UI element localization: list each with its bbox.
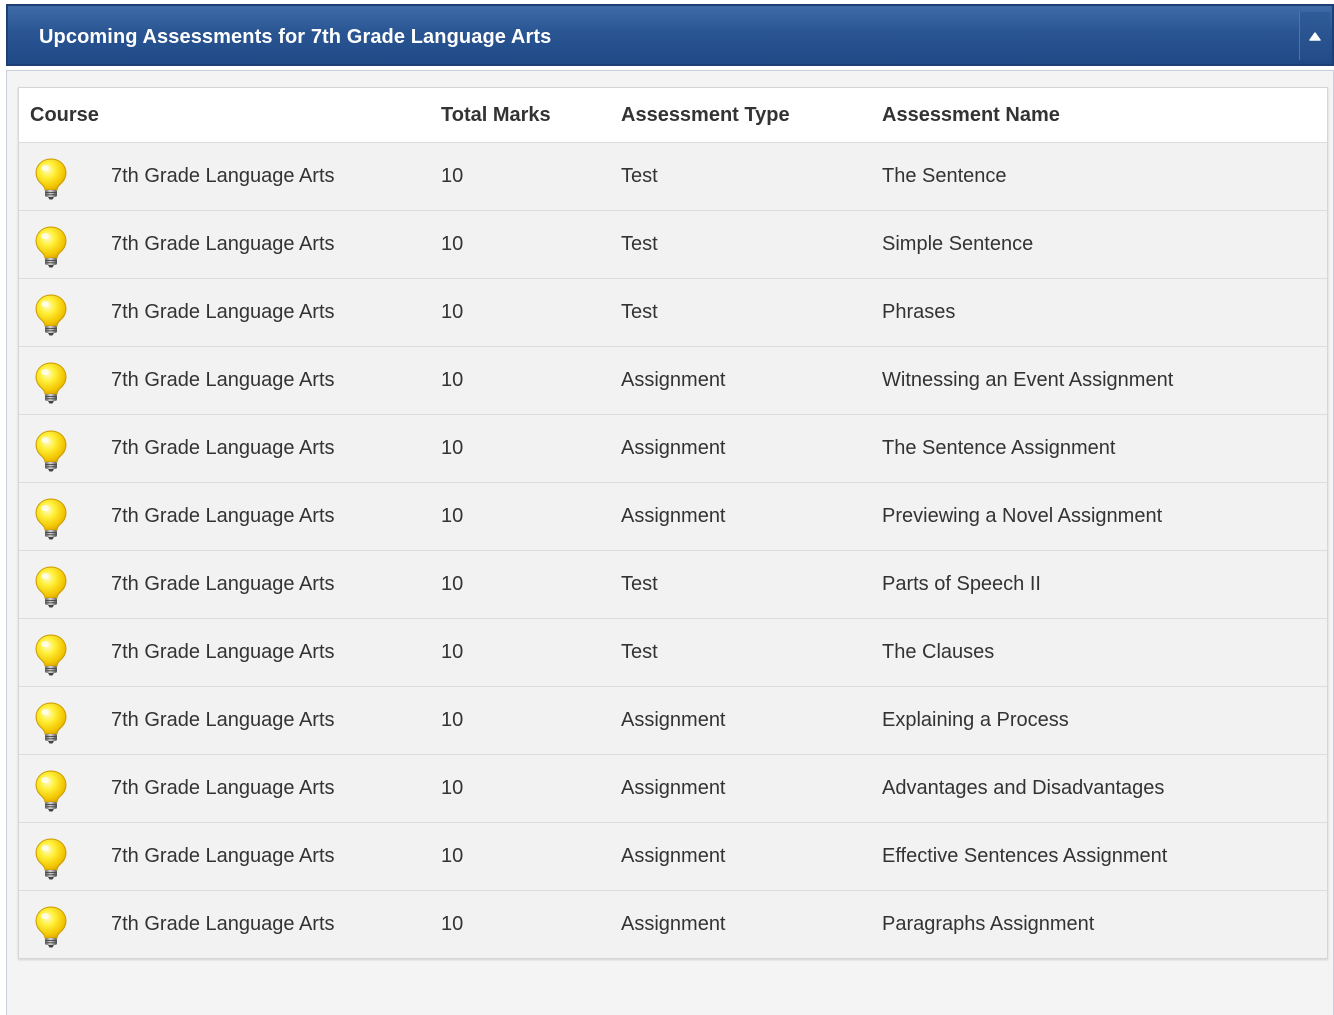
total-marks-cell: 10 bbox=[441, 414, 621, 483]
assessments-table-container: Course Total Marks Assessment Type Asses… bbox=[18, 87, 1328, 959]
course-name: 7th Grade Language Arts bbox=[111, 301, 335, 323]
table-row[interactable]: 7th Grade Language Arts 10 Assignment Ef… bbox=[19, 822, 1327, 891]
total-marks-cell: 10 bbox=[441, 346, 621, 415]
course-name: 7th Grade Language Arts bbox=[111, 437, 335, 459]
assessment-name-cell[interactable]: Phrases bbox=[882, 278, 1327, 347]
lightbulb-icon bbox=[35, 634, 67, 676]
assessment-type-cell: Assignment bbox=[621, 822, 882, 891]
total-marks-cell: 10 bbox=[441, 550, 621, 619]
lightbulb-icon bbox=[35, 362, 67, 404]
course-cell: 7th Grade Language Arts bbox=[19, 822, 441, 891]
total-marks-cell: 10 bbox=[441, 142, 621, 211]
course-cell: 7th Grade Language Arts bbox=[19, 686, 441, 755]
lightbulb-icon bbox=[35, 430, 67, 472]
assessments-table: Course Total Marks Assessment Type Asses… bbox=[19, 88, 1327, 958]
assessment-type-cell: Assignment bbox=[621, 414, 882, 483]
panel-header: Upcoming Assessments for 7th Grade Langu… bbox=[6, 4, 1334, 66]
course-name: 7th Grade Language Arts bbox=[111, 165, 335, 187]
assessment-name-cell[interactable]: Previewing a Novel Assignment bbox=[882, 482, 1327, 551]
table-header-row: Course Total Marks Assessment Type Asses… bbox=[19, 88, 1327, 143]
assessment-type-cell: Test bbox=[621, 618, 882, 687]
assessments-panel: Upcoming Assessments for 7th Grade Langu… bbox=[6, 4, 1334, 1015]
assessment-name-cell[interactable]: Simple Sentence bbox=[882, 210, 1327, 279]
assessment-type-cell: Assignment bbox=[621, 686, 882, 755]
table-row[interactable]: 7th Grade Language Arts 10 Assignment Pa… bbox=[19, 891, 1327, 959]
course-cell: 7th Grade Language Arts bbox=[19, 346, 441, 415]
course-name: 7th Grade Language Arts bbox=[111, 573, 335, 595]
assessment-name-cell[interactable]: The Clauses bbox=[882, 618, 1327, 687]
total-marks-cell: 10 bbox=[441, 482, 621, 551]
assessment-name-cell[interactable]: Explaining a Process bbox=[882, 686, 1327, 755]
assessment-name-cell[interactable]: Advantages and Disadvantages bbox=[882, 754, 1327, 823]
lightbulb-icon bbox=[35, 158, 67, 200]
assessment-type-cell: Assignment bbox=[621, 754, 882, 823]
total-marks-cell: 10 bbox=[441, 278, 621, 347]
table-row[interactable]: 7th Grade Language Arts 10 Assignment Pr… bbox=[19, 482, 1327, 551]
column-header-assessment-type[interactable]: Assessment Type bbox=[621, 88, 882, 143]
course-cell: 7th Grade Language Arts bbox=[19, 210, 441, 279]
course-cell: 7th Grade Language Arts bbox=[19, 482, 441, 551]
panel-body: Course Total Marks Assessment Type Asses… bbox=[6, 70, 1334, 1015]
course-cell: 7th Grade Language Arts bbox=[19, 550, 441, 619]
table-row[interactable]: 7th Grade Language Arts 10 Assignment Ex… bbox=[19, 686, 1327, 755]
panel-title: Upcoming Assessments for 7th Grade Langu… bbox=[39, 26, 552, 48]
table-row[interactable]: 7th Grade Language Arts 10 Test The Clau… bbox=[19, 618, 1327, 687]
assessment-type-cell: Test bbox=[621, 278, 882, 347]
total-marks-cell: 10 bbox=[441, 754, 621, 823]
total-marks-cell: 10 bbox=[441, 210, 621, 279]
table-row[interactable]: 7th Grade Language Arts 10 Assignment Ad… bbox=[19, 754, 1327, 823]
course-name: 7th Grade Language Arts bbox=[111, 369, 335, 391]
course-name: 7th Grade Language Arts bbox=[111, 641, 335, 663]
table-row[interactable]: 7th Grade Language Arts 10 Assignment Th… bbox=[19, 414, 1327, 483]
lightbulb-icon bbox=[35, 838, 67, 880]
lightbulb-icon bbox=[35, 226, 67, 268]
course-name: 7th Grade Language Arts bbox=[111, 233, 335, 255]
course-name: 7th Grade Language Arts bbox=[111, 505, 335, 527]
course-cell: 7th Grade Language Arts bbox=[19, 618, 441, 687]
assessment-type-cell: Assignment bbox=[621, 482, 882, 551]
collapse-button[interactable] bbox=[1299, 12, 1330, 60]
table-row[interactable]: 7th Grade Language Arts 10 Test Phrases bbox=[19, 278, 1327, 347]
assessment-type-cell: Test bbox=[621, 210, 882, 279]
column-header-total-marks[interactable]: Total Marks bbox=[441, 88, 621, 143]
course-cell: 7th Grade Language Arts bbox=[19, 142, 441, 211]
total-marks-cell: 10 bbox=[441, 822, 621, 891]
course-name: 7th Grade Language Arts bbox=[111, 913, 335, 935]
course-cell: 7th Grade Language Arts bbox=[19, 278, 441, 347]
lightbulb-icon bbox=[35, 770, 67, 812]
assessment-type-cell: Test bbox=[621, 550, 882, 619]
course-name: 7th Grade Language Arts bbox=[111, 709, 335, 731]
course-name: 7th Grade Language Arts bbox=[111, 845, 335, 867]
assessment-name-cell[interactable]: The Sentence Assignment bbox=[882, 414, 1327, 483]
table-row[interactable]: 7th Grade Language Arts 10 Test Simple S… bbox=[19, 210, 1327, 279]
lightbulb-icon bbox=[35, 498, 67, 540]
total-marks-cell: 10 bbox=[441, 686, 621, 755]
lightbulb-icon bbox=[35, 566, 67, 608]
table-row[interactable]: 7th Grade Language Arts 10 Test Parts of… bbox=[19, 550, 1327, 619]
column-header-assessment-name[interactable]: Assessment Name bbox=[882, 88, 1327, 143]
column-header-course[interactable]: Course bbox=[19, 88, 441, 143]
course-cell: 7th Grade Language Arts bbox=[19, 754, 441, 823]
assessment-name-cell[interactable]: Witnessing an Event Assignment bbox=[882, 346, 1327, 415]
course-cell: 7th Grade Language Arts bbox=[19, 414, 441, 483]
course-name: 7th Grade Language Arts bbox=[111, 777, 335, 799]
total-marks-cell: 10 bbox=[441, 913, 464, 935]
assessment-name-cell[interactable]: The Sentence bbox=[882, 142, 1327, 211]
table-row[interactable]: 7th Grade Language Arts 10 Assignment Wi… bbox=[19, 346, 1327, 415]
assessment-name-cell[interactable]: Paragraphs Assignment bbox=[882, 891, 1327, 959]
assessment-type-cell: Assignment bbox=[621, 913, 726, 935]
assessment-type-cell: Test bbox=[621, 142, 882, 211]
assessment-type-cell: Assignment bbox=[621, 346, 882, 415]
course-cell: 7th Grade Language Arts bbox=[19, 891, 441, 959]
lightbulb-icon bbox=[35, 906, 67, 948]
table-row[interactable]: 7th Grade Language Arts 10 Test The Sent… bbox=[19, 142, 1327, 211]
total-marks-cell: 10 bbox=[441, 618, 621, 687]
assessment-name-cell[interactable]: Effective Sentences Assignment bbox=[882, 822, 1327, 891]
lightbulb-icon bbox=[35, 702, 67, 744]
assessment-name-cell[interactable]: Parts of Speech II bbox=[882, 550, 1327, 619]
lightbulb-icon bbox=[35, 294, 67, 336]
caret-up-icon bbox=[1309, 32, 1321, 41]
